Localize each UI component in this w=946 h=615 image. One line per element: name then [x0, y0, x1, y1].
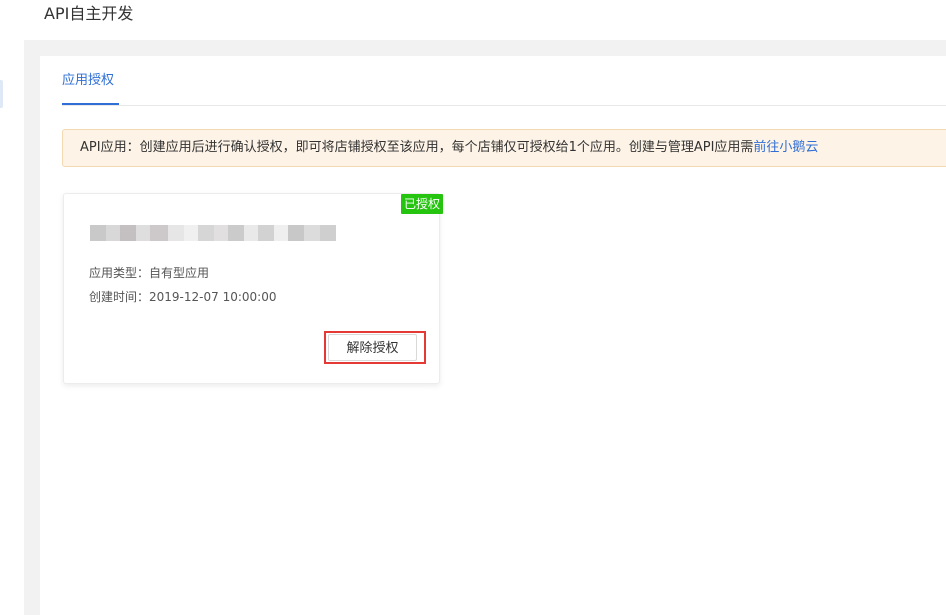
status-badge: 已授权	[400, 194, 443, 214]
app-type-value: 自有型应用	[149, 266, 210, 280]
tab-bar: 应用授权	[62, 58, 946, 106]
notice-link[interactable]: 前往小鹅云	[753, 140, 818, 155]
app-type-row: 应用类型：自有型应用	[89, 264, 209, 282]
created-time-label: 创建时间：	[89, 290, 150, 304]
tab-label: 应用授权	[62, 73, 115, 88]
page-title: API自主开发	[44, 4, 134, 23]
created-time-row: 创建时间：2019-12-07 10:00:00	[89, 288, 276, 306]
app-type-label: 应用类型：	[89, 266, 150, 280]
tab-app-authorization[interactable]: 应用授权	[62, 58, 119, 105]
app-name-redacted	[90, 225, 346, 241]
revoke-highlight-box: 解除授权	[324, 331, 426, 364]
notice-text: API应用：创建应用后进行确认授权，即可将店铺授权至该应用，每个店铺仅可授权给1…	[80, 140, 754, 155]
notice-banner: API应用：创建应用后进行确认授权，即可将店铺授权至该应用，每个店铺仅可授权给1…	[62, 129, 946, 167]
sidebar-active-indicator[interactable]	[0, 80, 3, 108]
created-time-value: 2019-12-07 10:00:00	[149, 290, 277, 304]
app-card: 已授权 应用类型：自有型应用 创建时间：2019-12-07 10:00:00 …	[63, 193, 443, 384]
active-tab-underline	[62, 103, 119, 105]
revoke-authorization-button[interactable]: 解除授权	[328, 334, 417, 361]
